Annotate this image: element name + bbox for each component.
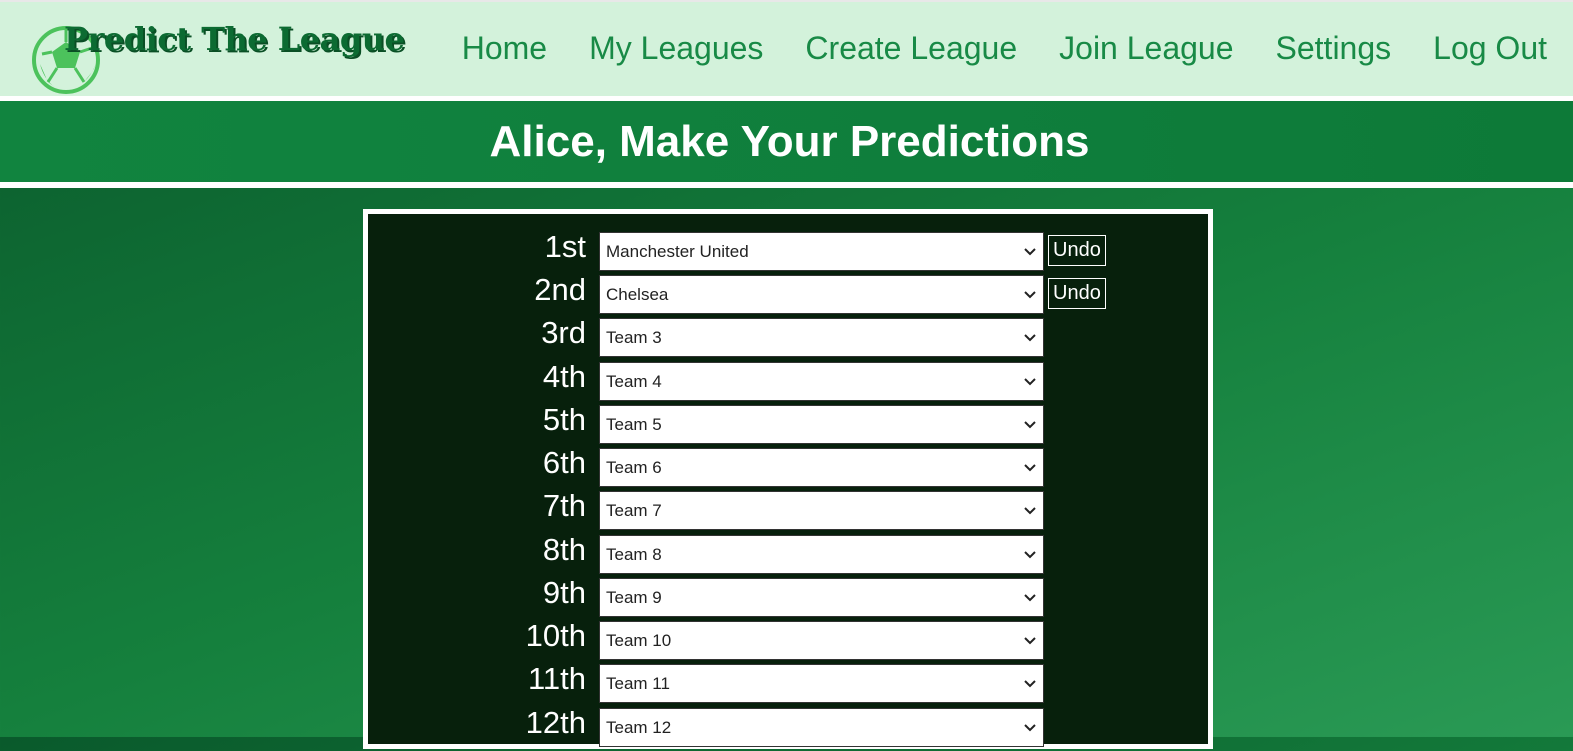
- team-select[interactable]: Team 7: [599, 491, 1044, 530]
- chevron-down-icon: [1024, 724, 1036, 732]
- team-select-value: Team 4: [606, 371, 662, 391]
- prediction-row: 1st Manchester United Undo: [368, 229, 1208, 275]
- chevron-down-icon: [1024, 551, 1036, 559]
- prediction-row: 5th Team 5: [368, 402, 1208, 448]
- prediction-row: 7th Team 7: [368, 488, 1208, 534]
- chevron-down-icon: [1024, 378, 1036, 386]
- navbar: Predict The League Home My Leagues Creat…: [0, 0, 1573, 96]
- team-select-value: Team 8: [606, 544, 662, 564]
- position-label: 7th: [542, 488, 586, 523]
- team-select[interactable]: Team 10: [599, 621, 1044, 660]
- undo-button[interactable]: Undo: [1048, 235, 1106, 266]
- team-select-value: Team 7: [606, 500, 662, 520]
- position-label: 11th: [527, 661, 586, 696]
- prediction-row: 10th Team 10: [368, 618, 1208, 664]
- team-select[interactable]: Chelsea: [599, 275, 1044, 314]
- position-label: 1st: [544, 229, 586, 264]
- team-select-value: Team 9: [606, 587, 662, 607]
- prediction-row: 11th Team 11: [368, 661, 1208, 707]
- team-select[interactable]: Team 11: [599, 664, 1044, 703]
- position-label: 3rd: [541, 315, 586, 350]
- site-logo[interactable]: Predict The League: [30, 12, 405, 94]
- position-label: 4th: [542, 359, 586, 394]
- prediction-row: 9th Team 9: [368, 575, 1208, 621]
- team-select-value: Chelsea: [606, 284, 669, 304]
- chevron-down-icon: [1024, 637, 1036, 645]
- team-select[interactable]: Team 4: [599, 362, 1044, 401]
- prediction-row: 4th Team 4: [368, 359, 1208, 405]
- predictions-panel: 1st Manchester United Undo 2nd Chelsea Undo 3r…: [363, 209, 1213, 749]
- team-select[interactable]: Team 9: [599, 578, 1044, 617]
- team-select[interactable]: Team 8: [599, 535, 1044, 574]
- prediction-row: 3rd Team 3: [368, 315, 1208, 361]
- team-select-value: Team 3: [606, 327, 662, 347]
- nav-home[interactable]: Home: [462, 30, 547, 67]
- nav-join-league[interactable]: Join League: [1059, 30, 1233, 67]
- team-select[interactable]: Manchester United: [599, 232, 1044, 271]
- nav-log-out[interactable]: Log Out: [1433, 30, 1547, 67]
- prediction-row: 12th Team 12: [368, 705, 1208, 751]
- position-label: 12th: [525, 705, 586, 740]
- team-select-value: Team 12: [606, 717, 672, 737]
- team-select[interactable]: Team 6: [599, 448, 1044, 487]
- prediction-row: 2nd Chelsea Undo: [368, 272, 1208, 318]
- team-select[interactable]: Team 3: [599, 318, 1044, 357]
- page-title: Alice, Make Your Predictions: [489, 116, 1090, 166]
- team-select[interactable]: Team 5: [599, 405, 1044, 444]
- nav-create-league[interactable]: Create League: [805, 30, 1017, 67]
- divider: [0, 182, 1573, 188]
- position-label: 8th: [542, 532, 586, 567]
- position-label: 5th: [542, 402, 586, 437]
- nav-settings[interactable]: Settings: [1276, 30, 1392, 67]
- chevron-down-icon: [1024, 464, 1036, 472]
- prediction-row: 8th Team 8: [368, 532, 1208, 578]
- nav-my-leagues[interactable]: My Leagues: [589, 30, 763, 67]
- chevron-down-icon: [1024, 680, 1036, 688]
- chevron-down-icon: [1024, 507, 1036, 515]
- position-label: 2nd: [534, 272, 586, 307]
- nav-links: Home My Leagues Create League Join Leagu…: [462, 30, 1547, 67]
- prediction-row: 6th Team 6: [368, 445, 1208, 491]
- page-banner: Alice, Make Your Predictions: [0, 101, 1573, 182]
- position-label: 10th: [525, 618, 586, 653]
- brand-name: Predict The League: [64, 20, 405, 58]
- position-label: 6th: [542, 445, 586, 480]
- undo-button[interactable]: Undo: [1048, 278, 1106, 309]
- team-select-value: Team 10: [606, 630, 672, 650]
- team-select-value: Team 11: [606, 673, 670, 693]
- chevron-down-icon: [1024, 594, 1036, 602]
- team-select-value: Team 6: [606, 457, 662, 477]
- chevron-down-icon: [1024, 291, 1036, 299]
- chevron-down-icon: [1024, 334, 1036, 342]
- team-select-value: Manchester United: [606, 241, 749, 261]
- position-label: 9th: [542, 575, 586, 610]
- team-select[interactable]: Team 12: [599, 708, 1044, 747]
- chevron-down-icon: [1024, 421, 1036, 429]
- team-select-value: Team 5: [606, 414, 662, 434]
- chevron-down-icon: [1024, 248, 1036, 256]
